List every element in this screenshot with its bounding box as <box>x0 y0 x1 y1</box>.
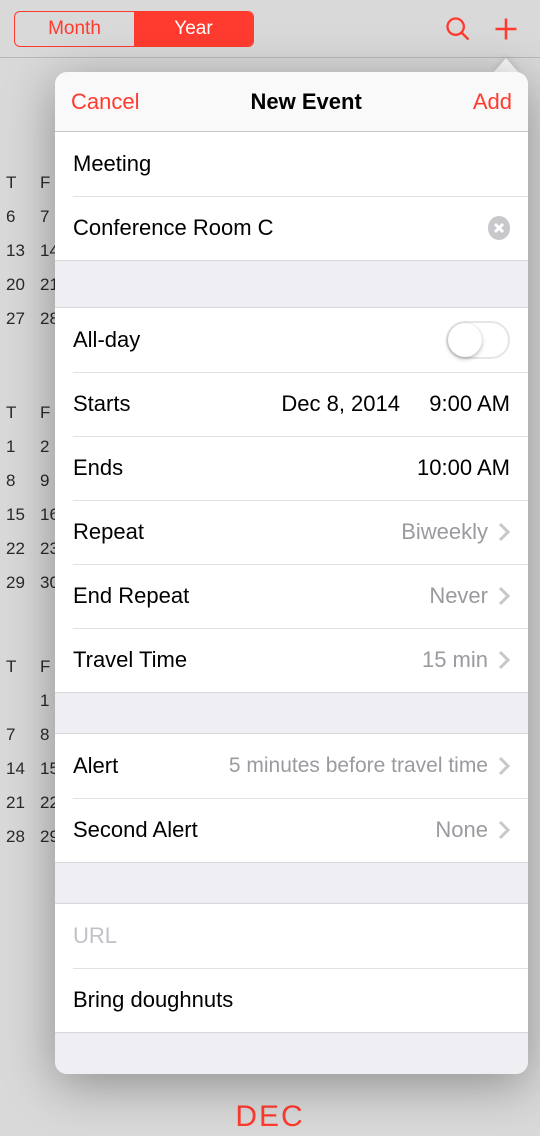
all-day-label: All-day <box>73 327 140 353</box>
title-location-group <box>55 132 528 261</box>
clear-location-icon[interactable] <box>488 216 510 240</box>
chevron-right-icon <box>498 586 510 606</box>
alert-row[interactable]: Alert 5 minutes before travel time <box>55 734 528 798</box>
travel-time-label: Travel Time <box>73 647 187 673</box>
url-notes-group <box>55 903 528 1033</box>
seg-month[interactable]: Month <box>15 12 134 46</box>
travel-time-value: 15 min <box>422 647 488 673</box>
chevron-right-icon <box>498 820 510 840</box>
modal-body[interactable]: All-day Starts Dec 8, 2014 9:00 AM Ends … <box>55 132 528 1074</box>
repeat-label: Repeat <box>73 519 144 545</box>
all-day-toggle[interactable] <box>446 321 510 359</box>
search-icon[interactable] <box>438 9 478 49</box>
time-group: All-day Starts Dec 8, 2014 9:00 AM Ends … <box>55 307 528 693</box>
modal-header: Cancel New Event Add <box>55 72 528 132</box>
alert-label: Alert <box>73 753 118 779</box>
starts-label: Starts <box>73 391 130 417</box>
notes-input[interactable] <box>73 987 510 1013</box>
all-day-row[interactable]: All-day <box>55 308 528 372</box>
second-alert-value: None <box>435 817 488 843</box>
event-location-input[interactable] <box>73 215 480 241</box>
ends-label: Ends <box>73 455 123 481</box>
starts-row[interactable]: Starts Dec 8, 2014 9:00 AM <box>55 372 528 436</box>
travel-time-row[interactable]: Travel Time 15 min <box>55 628 528 692</box>
background-toolbar: Month Year <box>0 0 540 58</box>
add-button[interactable]: Add <box>473 89 512 115</box>
end-repeat-value: Never <box>429 583 488 609</box>
end-repeat-label: End Repeat <box>73 583 189 609</box>
seg-year[interactable]: Year <box>134 12 253 46</box>
url-row[interactable] <box>55 904 528 968</box>
ends-row[interactable]: Ends 10:00 AM <box>55 436 528 500</box>
url-input[interactable] <box>73 923 510 949</box>
ends-time: 10:00 AM <box>417 455 510 481</box>
second-alert-label: Second Alert <box>73 817 198 843</box>
chevron-right-icon <box>498 650 510 670</box>
starts-date: Dec 8, 2014 <box>130 391 400 417</box>
event-location-row[interactable] <box>55 196 528 260</box>
alerts-group: Alert 5 minutes before travel time Secon… <box>55 733 528 863</box>
repeat-value: Biweekly <box>401 519 488 545</box>
modal-title: New Event <box>251 89 362 115</box>
chevron-right-icon <box>498 756 510 776</box>
starts-time: 9:00 AM <box>400 391 510 417</box>
new-event-modal: Cancel New Event Add All-day <box>55 72 528 1074</box>
chevron-right-icon <box>498 522 510 542</box>
add-event-icon[interactable] <box>486 9 526 49</box>
second-alert-row[interactable]: Second Alert None <box>55 798 528 862</box>
end-repeat-row[interactable]: End Repeat Never <box>55 564 528 628</box>
event-title-input[interactable] <box>73 151 510 177</box>
alert-value: 5 minutes before travel time <box>229 754 488 778</box>
event-title-row[interactable] <box>55 132 528 196</box>
repeat-row[interactable]: Repeat Biweekly <box>55 500 528 564</box>
notes-row[interactable] <box>55 968 528 1032</box>
view-segment[interactable]: Month Year <box>14 11 254 47</box>
cancel-button[interactable]: Cancel <box>71 89 139 115</box>
background-month-label: DEC <box>0 1100 540 1134</box>
